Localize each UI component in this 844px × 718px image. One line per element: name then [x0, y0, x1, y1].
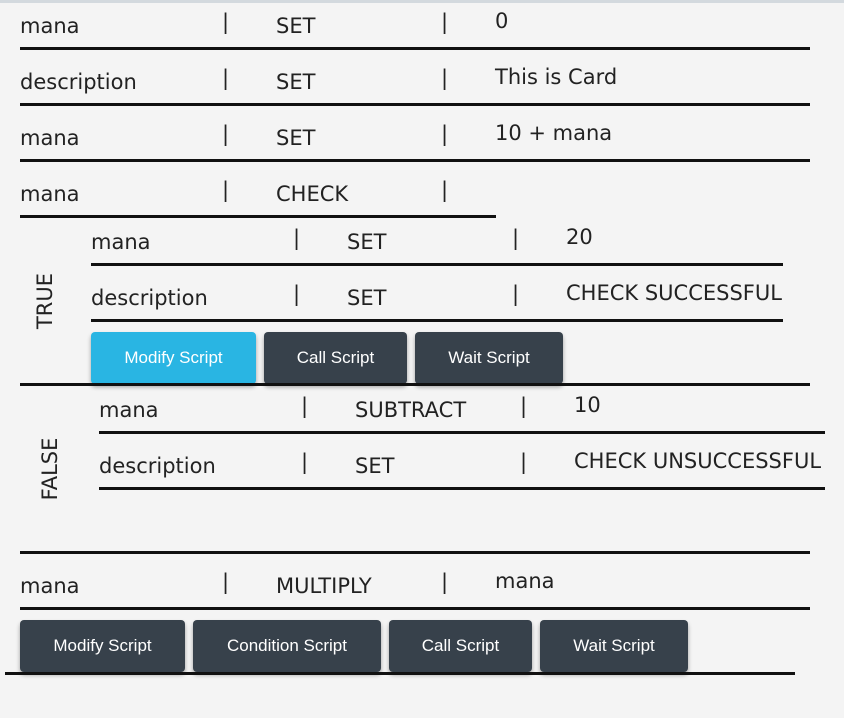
row-divider — [20, 607, 810, 610]
wait-script-button[interactable]: Wait Script — [540, 620, 688, 672]
row-field: description — [20, 70, 137, 94]
script-row[interactable]: description | SET | This is Card — [20, 56, 810, 106]
separator: | — [441, 10, 449, 34]
true-branch-row[interactable]: mana | SET | 20 — [91, 216, 783, 266]
row-field: description — [99, 454, 216, 478]
modify-script-button[interactable]: Modify Script — [20, 620, 185, 672]
separator: | — [293, 282, 301, 306]
check-block-end-divider — [20, 551, 810, 554]
row-field: mana — [99, 398, 159, 422]
separator: | — [222, 178, 230, 202]
row-operation: SET — [347, 230, 387, 254]
separator: | — [520, 450, 528, 474]
separator: | — [441, 570, 449, 594]
separator: | — [222, 10, 230, 34]
row-field: description — [91, 286, 208, 310]
script-row[interactable]: mana | SET | 10 + mana — [20, 112, 810, 162]
row-operation: SET — [276, 126, 316, 150]
row-operation: SUBTRACT — [355, 398, 467, 422]
separator: | — [441, 122, 449, 146]
row-operation: CHECK — [276, 182, 349, 206]
row-divider — [91, 319, 783, 322]
row-divider — [20, 47, 810, 50]
wait-script-button[interactable]: Wait Script — [415, 332, 563, 384]
row-operation: SET — [276, 70, 316, 94]
row-field: mana — [20, 126, 80, 150]
row-operation: SET — [276, 14, 316, 38]
check-row[interactable]: mana | CHECK | — [20, 168, 496, 218]
row-value: 20 — [566, 225, 593, 249]
row-operation: SET — [355, 454, 395, 478]
separator: | — [520, 394, 528, 418]
row-divider — [20, 103, 810, 106]
row-value: CHECK SUCCESSFUL — [566, 281, 782, 305]
bottom-divider — [5, 672, 795, 675]
separator: | — [301, 450, 309, 474]
false-branch-row[interactable]: mana | SUBTRACT | 10 — [99, 384, 825, 434]
separator: | — [441, 178, 449, 202]
false-branch-row[interactable]: description | SET | CHECK UNSUCCESSFUL — [99, 440, 825, 490]
row-value: This is Card — [495, 65, 618, 89]
true-branch-row[interactable]: description | SET | CHECK SUCCESSFUL — [91, 272, 783, 322]
script-row[interactable]: mana | MULTIPLY | mana — [20, 560, 810, 610]
separator: | — [222, 66, 230, 90]
call-script-button[interactable]: Call Script — [389, 620, 532, 672]
row-divider — [91, 263, 783, 266]
row-operation: MULTIPLY — [276, 574, 372, 598]
false-branch-label: FALSE — [38, 437, 62, 501]
row-value: CHECK UNSUCCESSFUL — [574, 449, 822, 473]
row-value: mana — [495, 569, 555, 593]
row-field: mana — [91, 230, 151, 254]
separator: | — [512, 282, 520, 306]
row-operation: SET — [347, 286, 387, 310]
row-divider — [20, 159, 810, 162]
separator: | — [222, 570, 230, 594]
separator: | — [222, 122, 230, 146]
call-script-button[interactable]: Call Script — [264, 332, 407, 384]
row-field: mana — [20, 182, 80, 206]
separator: | — [512, 226, 520, 250]
separator: | — [293, 226, 301, 250]
script-row[interactable]: mana | SET | 0 — [20, 0, 810, 50]
separator: | — [441, 66, 449, 90]
row-divider — [99, 487, 825, 490]
row-value: 10 — [574, 393, 601, 417]
row-divider — [99, 431, 825, 434]
row-value: 10 + mana — [495, 121, 613, 145]
true-branch-label: TRUE — [33, 272, 57, 330]
row-field: mana — [20, 574, 80, 598]
separator: | — [301, 394, 309, 418]
modify-script-button[interactable]: Modify Script — [91, 332, 256, 384]
condition-script-button[interactable]: Condition Script — [193, 620, 381, 672]
row-field: mana — [20, 14, 80, 38]
row-value: 0 — [495, 9, 509, 33]
